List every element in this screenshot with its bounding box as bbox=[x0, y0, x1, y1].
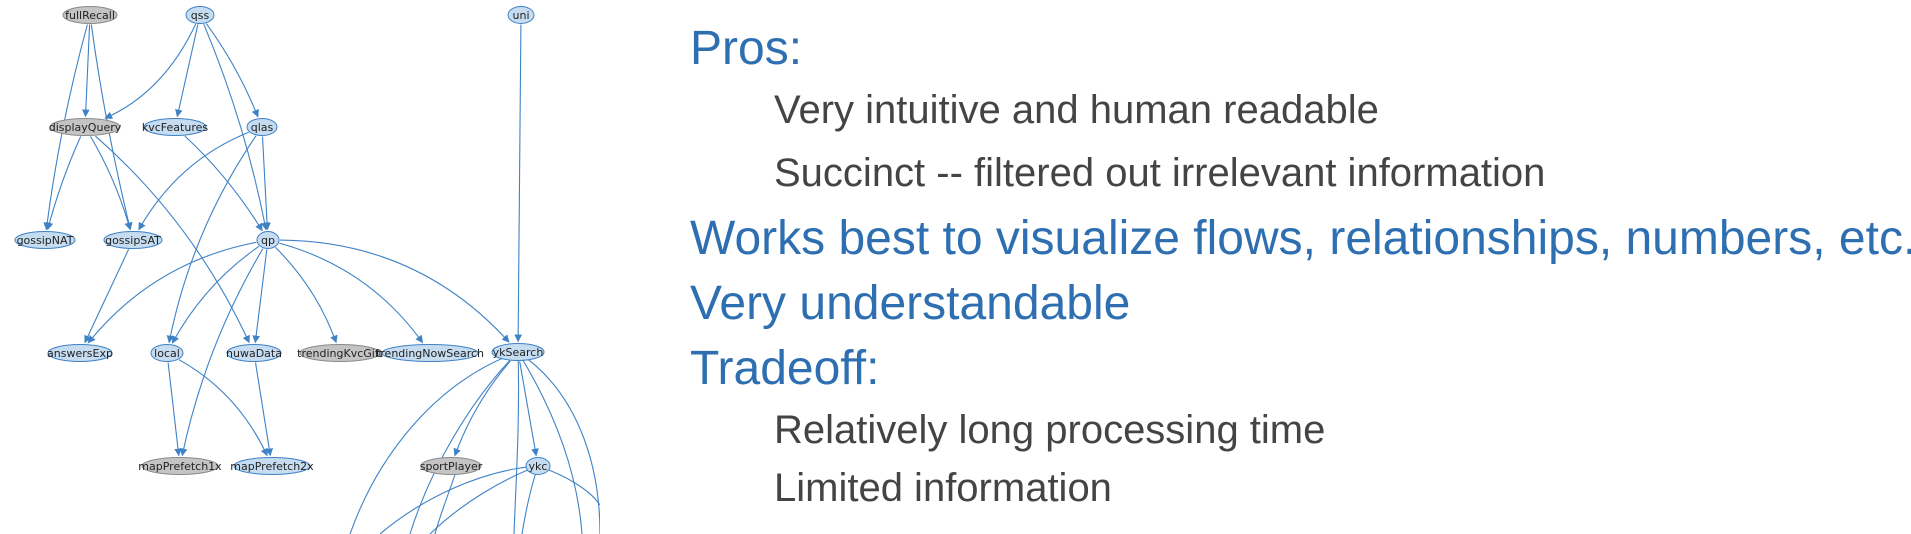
graph-node-qp[interactable]: qp bbox=[256, 231, 280, 249]
graph-node-kvcFeatures[interactable]: kvcFeatures bbox=[142, 118, 208, 136]
graph-node-trendingNowSearch[interactable]: trendingNowSearch bbox=[376, 344, 484, 362]
graph-edge-qp-trendingKvcGift bbox=[275, 247, 338, 344]
graph-node-fullRecall[interactable]: fullRecall bbox=[62, 6, 118, 24]
node-label: gossipSAT bbox=[105, 234, 161, 247]
graph-node-mapPrefetch1x[interactable]: mapPrefetch1x bbox=[138, 457, 222, 475]
bullet-heading: Pros: bbox=[690, 22, 803, 75]
bullet-item: Relatively long processing time bbox=[774, 408, 1326, 452]
bullet-heading: Works best to visualize flows, relations… bbox=[690, 212, 1911, 265]
graph-edge-uni-ykSearch bbox=[514, 24, 523, 343]
graph-edge bbox=[434, 465, 459, 534]
graph-edge-qlas-gossipSAT bbox=[138, 131, 250, 231]
node-label: qp bbox=[261, 234, 275, 247]
graph-node-nuwaData[interactable]: nuwaData bbox=[226, 344, 282, 362]
graph-edge-kvcFeatures-qp bbox=[184, 135, 263, 232]
graph-node-uni[interactable]: uni bbox=[507, 6, 535, 24]
graph-edge-qss-qlas bbox=[205, 23, 259, 118]
node-label: ykSearch bbox=[493, 346, 544, 359]
offscreen-edges bbox=[349, 351, 600, 534]
dependency-graph: fullRecall qss uni displayQuery kvcFeatures q… bbox=[14, 6, 600, 534]
graph-node-trendingKvcGift[interactable]: trendingKvcGift bbox=[297, 344, 384, 362]
graph-edge-qlas-local bbox=[166, 135, 257, 344]
graph-node-displayQuery[interactable]: displayQuery bbox=[49, 118, 122, 136]
node-label: nuwaData bbox=[226, 347, 282, 360]
node-label: displayQuery bbox=[49, 121, 122, 134]
graph-edge-ykSearch-sportPlayer bbox=[453, 360, 511, 457]
graph-node-answersExp[interactable]: answersExp bbox=[47, 344, 113, 362]
graph-edge-qp-local bbox=[171, 245, 260, 344]
node-label: qlas bbox=[251, 121, 274, 134]
node-label: local bbox=[154, 347, 180, 360]
node-label: gossipNAT bbox=[17, 234, 74, 247]
graph-edge bbox=[521, 465, 539, 534]
graph-edge-gossipSAT-answersExp bbox=[84, 249, 130, 344]
graph-node-gossipSAT[interactable]: gossipSAT bbox=[103, 231, 163, 249]
node-label: qss bbox=[191, 9, 210, 22]
graph-node-ykc[interactable]: ykc bbox=[525, 457, 551, 475]
graph-edge-qp-nuwaData bbox=[252, 249, 268, 344]
graph-edge-displayQuery-gossipSAT bbox=[90, 136, 132, 231]
node-label: uni bbox=[513, 9, 530, 22]
node-label: sportPlayer bbox=[420, 460, 483, 473]
graph-node-sportPlayer[interactable]: sportPlayer bbox=[420, 457, 483, 475]
node-label: answersExp bbox=[47, 347, 113, 360]
graph-edge-nuwaData-mapPrefetch2x bbox=[254, 362, 274, 457]
node-label: kvcFeatures bbox=[142, 121, 208, 134]
node-label: fullRecall bbox=[65, 9, 115, 22]
graph-edge bbox=[513, 351, 520, 534]
bullet-heading: Very understandable bbox=[690, 277, 1131, 330]
bullet-item: Succinct -- filtered out irrelevant info… bbox=[774, 151, 1546, 195]
graph-node-qss[interactable]: qss bbox=[185, 6, 215, 24]
graph-edge-local-mapPrefetch2x bbox=[178, 359, 268, 457]
graph-node-qlas[interactable]: qlas bbox=[246, 118, 278, 136]
graph-edge-ykSearch-ykc bbox=[519, 361, 539, 457]
node-label: ykc bbox=[529, 460, 548, 473]
graph-node-local[interactable]: local bbox=[150, 344, 184, 362]
bullet-item: Very intuitive and human readable bbox=[774, 88, 1379, 132]
node-label: trendingKvcGift bbox=[297, 347, 383, 360]
graph-edge-qp-trendingNowSearch bbox=[279, 242, 424, 344]
node-label: mapPrefetch2x bbox=[230, 460, 314, 473]
graph-node-mapPrefetch2x[interactable]: mapPrefetch2x bbox=[230, 457, 314, 475]
graph-node-gossipNAT[interactable]: gossipNAT bbox=[14, 231, 76, 249]
bullet-heading: Tradeoff: bbox=[690, 342, 880, 395]
graph-edge-fullRecall-displayQuery bbox=[81, 24, 91, 118]
graph-edge bbox=[517, 351, 600, 534]
graph-edge-qss-kvcFeatures bbox=[175, 24, 199, 118]
graph-node-ykSearch[interactable]: ykSearch bbox=[491, 343, 545, 361]
node-label: trendingNowSearch bbox=[376, 347, 484, 360]
node-label: mapPrefetch1x bbox=[138, 460, 222, 473]
graph-edge-qss-displayQuery bbox=[104, 23, 197, 119]
bullet-item: Limited information bbox=[774, 466, 1112, 510]
graph-edge-local-mapPrefetch1x bbox=[167, 362, 182, 457]
